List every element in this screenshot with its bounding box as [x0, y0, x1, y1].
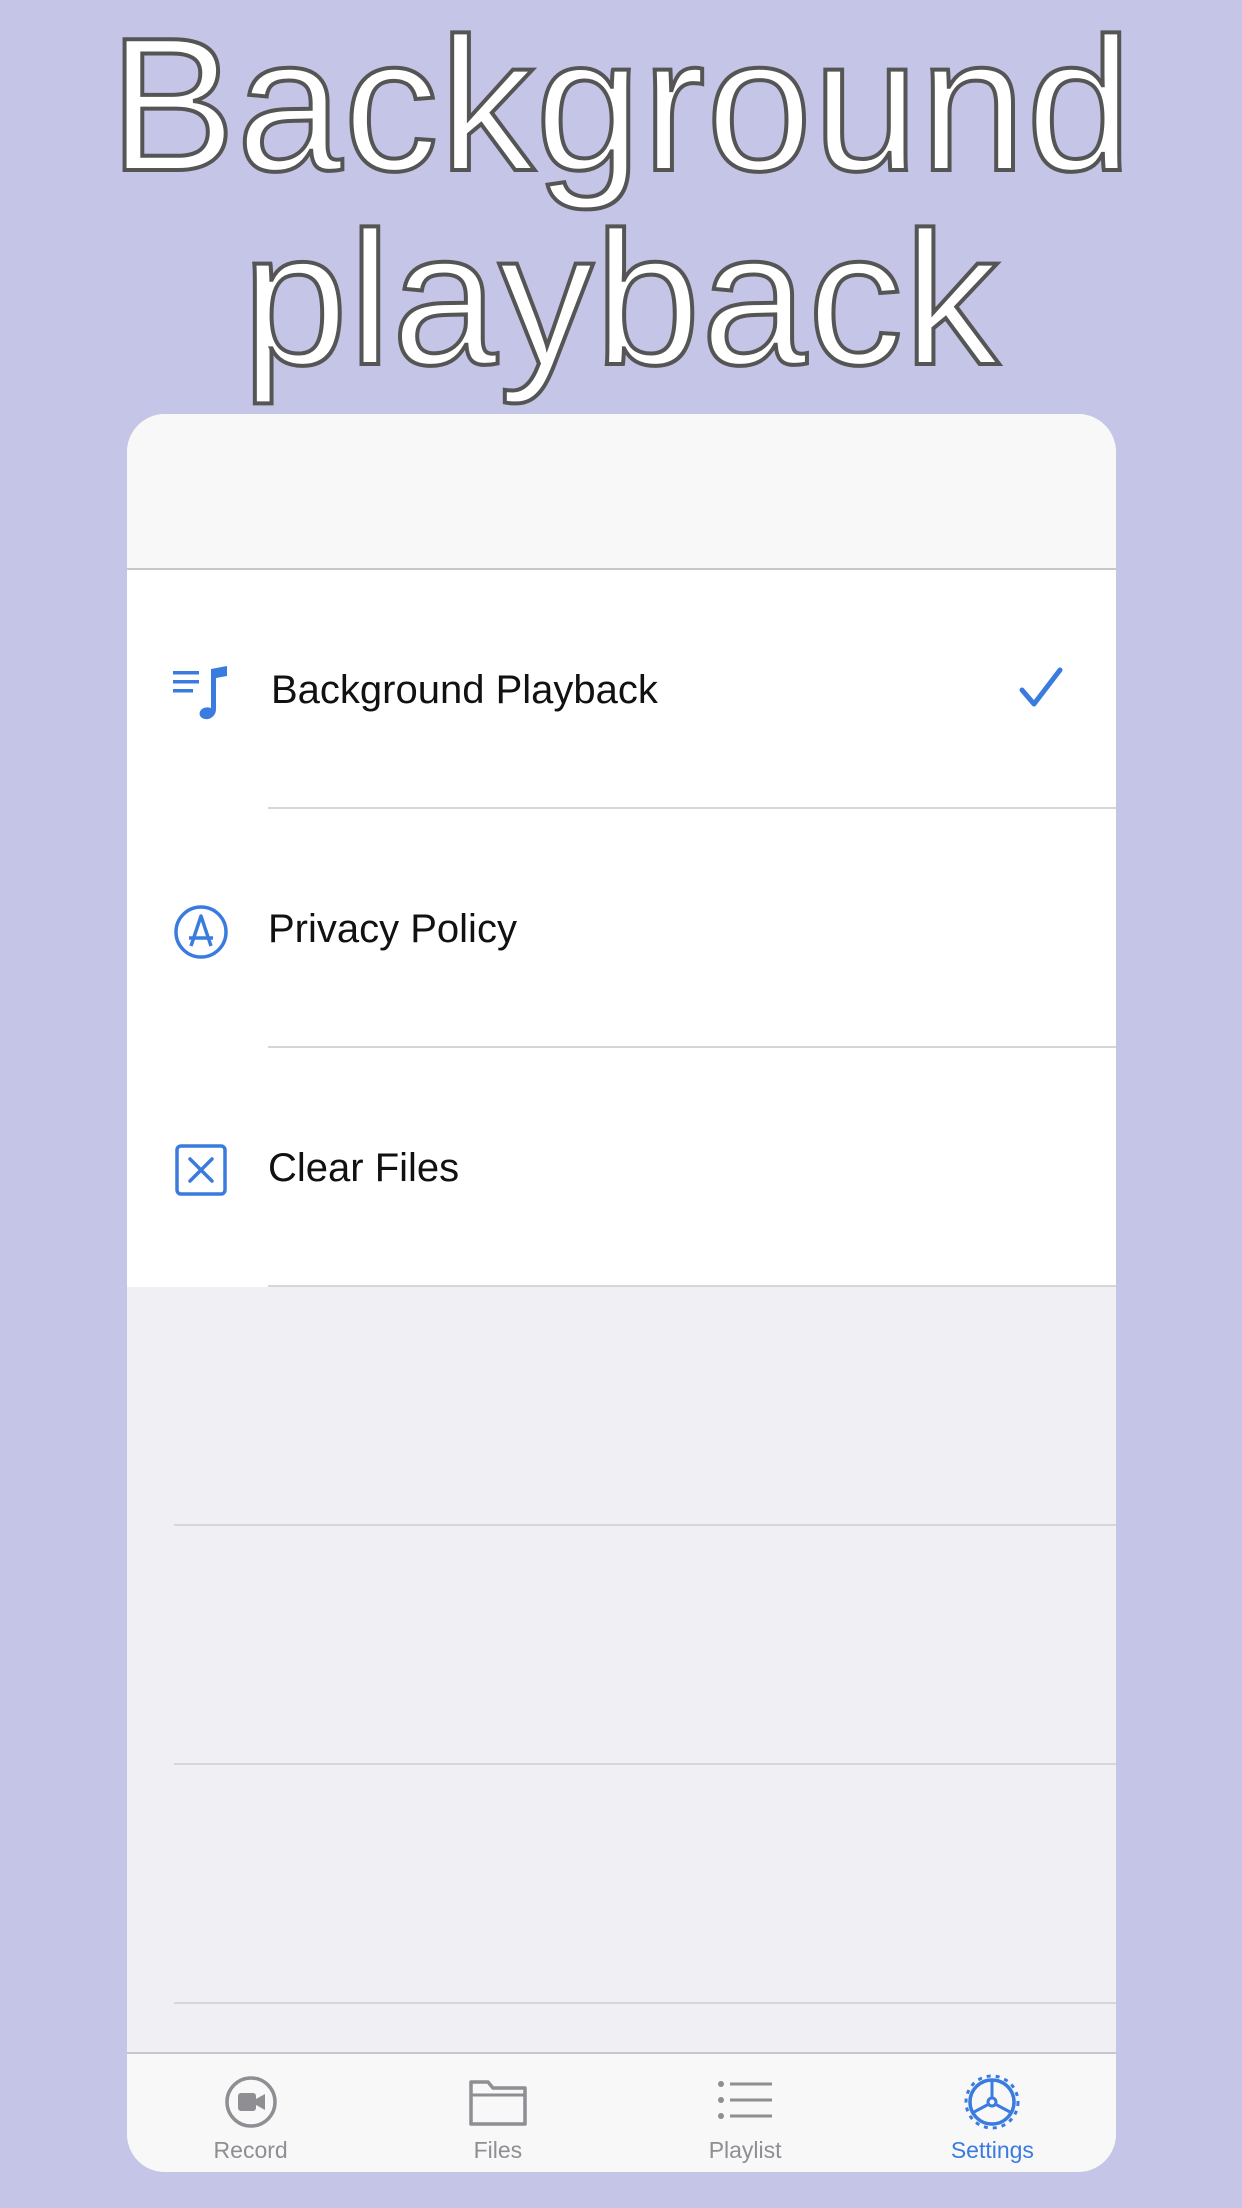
- settings-row-privacy-policy[interactable]: Privacy Policy: [127, 809, 1116, 1048]
- checkmark-icon: [1019, 667, 1063, 707]
- tab-playlist-label: Playlist: [708, 2137, 782, 2163]
- privacy-policy-label: Privacy Policy: [268, 907, 517, 951]
- clear-box-icon: [175, 1144, 227, 1196]
- music-list-icon: [173, 666, 227, 720]
- headline-line-2: playback: [240, 193, 1001, 405]
- tab-settings-label: Settings: [950, 2137, 1034, 2163]
- empty-row: [127, 1526, 1116, 1765]
- tab-record[interactable]: Record: [127, 2054, 374, 2172]
- tab-settings[interactable]: Settings: [869, 2054, 1116, 2172]
- gear-icon: [964, 2074, 1020, 2130]
- settings-row-clear-files[interactable]: Clear Files: [127, 1048, 1116, 1287]
- tab-playlist[interactable]: Playlist: [622, 2054, 869, 2172]
- headline-line-1: Background: [107, 0, 1134, 211]
- empty-row: [127, 1765, 1116, 2004]
- background-playback-label: Background Playback: [271, 668, 658, 712]
- row-separator: [174, 2002, 1116, 2004]
- settings-list: Background Playback Privacy Policy Clear…: [127, 570, 1116, 2004]
- settings-row-background-playback[interactable]: Background Playback: [127, 570, 1116, 809]
- promo-headline: Background playback: [0, 0, 1242, 405]
- list-icon: [718, 2081, 773, 2119]
- tab-bar: Record Files Playlist Settings: [127, 2052, 1116, 2172]
- record-icon: [224, 2076, 277, 2128]
- tab-files-label: Files: [473, 2137, 523, 2163]
- empty-row: [127, 1287, 1116, 1526]
- navigation-bar: [127, 414, 1116, 570]
- tab-files[interactable]: Files: [374, 2054, 621, 2172]
- phone-screen: Background Playback Privacy Policy Clear…: [127, 414, 1116, 2172]
- folder-icon: [469, 2080, 527, 2126]
- clear-files-label: Clear Files: [268, 1146, 460, 1190]
- tab-record-label: Record: [213, 2137, 288, 2163]
- app-store-icon: [174, 905, 228, 959]
